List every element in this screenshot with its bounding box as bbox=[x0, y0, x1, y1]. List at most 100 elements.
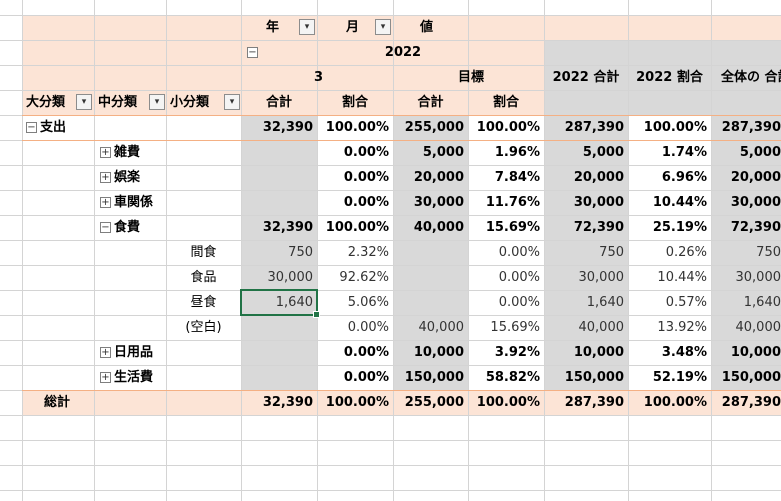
year-filter-button[interactable]: ▾ bbox=[299, 19, 315, 35]
row-label-text: (空白) bbox=[185, 320, 222, 335]
target-ratio-cell: 15.69% bbox=[485, 220, 540, 235]
year-header: 2022 bbox=[384, 45, 422, 60]
major-category-label: 大分類 bbox=[26, 95, 66, 110]
minor-filter-button[interactable]: ▾ bbox=[224, 94, 240, 110]
year-total-cell: 150,000 bbox=[564, 370, 624, 385]
year-ratio-cell: 52.19% bbox=[652, 370, 707, 385]
target-sum-cell: 150,000 bbox=[404, 370, 464, 385]
middle-category-row-label: + 車関係 bbox=[100, 190, 240, 215]
expand-icon[interactable]: + bbox=[100, 147, 111, 158]
year-ratio-cell: 0.26% bbox=[665, 245, 707, 260]
target-header: 目標 bbox=[457, 70, 484, 85]
fill-handle[interactable] bbox=[313, 311, 320, 318]
year-total-cell: 10,000 bbox=[573, 345, 624, 360]
row-label-text: 食品 bbox=[190, 270, 217, 285]
year-ratio-cell: 100.00% bbox=[643, 120, 707, 135]
month-sum-cell bbox=[241, 190, 317, 215]
month-ratio-cell: 5.06% bbox=[347, 295, 389, 310]
grand-total-cell: 150,000 bbox=[721, 370, 781, 385]
month-ratio-header: 割合 bbox=[341, 95, 368, 110]
major-category-row-label: − 支出 bbox=[26, 115, 166, 140]
collapse-icon[interactable]: − bbox=[26, 122, 37, 133]
grand-total-cell: 750 bbox=[756, 245, 781, 260]
collapse-icon[interactable]: − bbox=[247, 47, 258, 58]
month-sum-cell bbox=[241, 165, 317, 190]
year-ratio-cell: 10.44% bbox=[657, 270, 707, 285]
expand-icon[interactable]: + bbox=[100, 172, 111, 183]
grand-total-cell: 30,000 bbox=[735, 270, 781, 285]
target-sum-cell: 30,000 bbox=[413, 195, 464, 210]
chevron-down-icon: ▾ bbox=[229, 97, 235, 107]
minor-category-row-label: 食品 bbox=[166, 265, 241, 290]
target-sum-cell: 40,000 bbox=[413, 220, 464, 235]
cell-selection[interactable] bbox=[240, 289, 318, 316]
filter-dropdown-icon: ▾ bbox=[380, 22, 386, 32]
target-ratio-cell: 0.00% bbox=[498, 245, 540, 260]
year-total-cell: 5,000 bbox=[582, 145, 624, 160]
row-label-text: 昼食 bbox=[190, 295, 217, 310]
grand-total-year-ratio-cell: 100.00% bbox=[643, 395, 707, 410]
row-label-text: 娯楽 bbox=[114, 170, 141, 185]
year-ratio-cell: 25.19% bbox=[652, 220, 707, 235]
target-ratio-cell: 0.00% bbox=[498, 270, 540, 285]
grand-total-month-sum-cell: 32,390 bbox=[262, 395, 313, 410]
year-label: 年 bbox=[266, 20, 280, 35]
month-ratio-cell: 92.62% bbox=[339, 270, 389, 285]
year-ratio-header: 2022 割合 bbox=[636, 70, 703, 85]
row-label-text: 生活費 bbox=[114, 370, 154, 385]
month-filter-button[interactable]: ▾ bbox=[375, 19, 391, 35]
grand-total-cell: 72,390 bbox=[730, 220, 781, 235]
major-filter-button[interactable]: ▾ bbox=[76, 94, 92, 110]
month-sum-cell: 32,390 bbox=[262, 120, 313, 135]
month-ratio-cell: 0.00% bbox=[343, 195, 389, 210]
grand-total-target-sum-cell: 255,000 bbox=[404, 395, 464, 410]
year-ratio-cell: 0.57% bbox=[665, 295, 707, 310]
target-ratio-cell: 11.76% bbox=[485, 195, 540, 210]
year-total-cell: 30,000 bbox=[578, 270, 625, 285]
target-sum-cell: 20,000 bbox=[413, 170, 464, 185]
month-ratio-cell: 0.00% bbox=[343, 370, 389, 385]
grand-total-cell: 5,000 bbox=[739, 145, 781, 160]
grid-hline bbox=[0, 15, 781, 16]
target-sum-cell: 10,000 bbox=[413, 345, 464, 360]
value-label: 値 bbox=[420, 20, 434, 35]
expand-icon[interactable]: + bbox=[100, 372, 111, 383]
month-ratio-cell: 0.00% bbox=[343, 345, 389, 360]
expand-icon[interactable]: + bbox=[100, 347, 111, 358]
month-ratio-cell: 0.00% bbox=[343, 145, 389, 160]
year-total-cell: 20,000 bbox=[573, 170, 624, 185]
target-ratio-cell: 1.96% bbox=[494, 145, 540, 160]
row-label-text: 車関係 bbox=[114, 195, 154, 210]
middle-filter-button[interactable]: ▾ bbox=[149, 94, 165, 110]
middle-category-row-label: + 雑費 bbox=[100, 140, 240, 165]
collapse-icon[interactable]: − bbox=[100, 222, 111, 233]
year-total-cell: 30,000 bbox=[573, 195, 624, 210]
expand-icon[interactable]: + bbox=[100, 197, 111, 208]
grand-total-cell: 20,000 bbox=[730, 170, 781, 185]
grid-hline bbox=[0, 415, 781, 416]
target-ratio-cell: 15.69% bbox=[490, 320, 540, 335]
middle-category-label: 中分類 bbox=[98, 95, 138, 110]
minor-category-row-label: (空白) bbox=[166, 315, 241, 340]
grand-total-cell: 10,000 bbox=[730, 345, 781, 360]
filter-dropdown-icon: ▾ bbox=[304, 22, 310, 32]
month-sum-cell bbox=[241, 140, 317, 165]
grid-hline bbox=[0, 440, 781, 441]
grand-total-cell: 1,640 bbox=[743, 295, 781, 310]
row-label-text: 支出 bbox=[40, 120, 67, 135]
year-total-cell: 1,640 bbox=[586, 295, 624, 310]
grand-total-grand-total-cell: 287,390 bbox=[721, 395, 781, 410]
target-ratio-cell: 58.82% bbox=[485, 370, 540, 385]
minor-category-row-label: 間食 bbox=[166, 240, 241, 265]
row-label-text: 間食 bbox=[190, 245, 217, 260]
middle-category-row-label: − 食費 bbox=[100, 215, 240, 240]
target-sum-cell bbox=[393, 240, 468, 265]
year-total-cell: 40,000 bbox=[578, 320, 625, 335]
year-ratio-cell: 3.48% bbox=[661, 345, 707, 360]
filter-dropdown-icon: ▾ bbox=[81, 97, 87, 107]
grid-hline bbox=[0, 465, 781, 466]
spreadsheet-grid[interactable]: 年 ▾ 月 ▾ 値 − 2022 3 目標 2022 合計 2022 割合 全体… bbox=[0, 0, 781, 501]
middle-category-row-label: + 日用品 bbox=[100, 340, 240, 365]
grand-total-cell: 30,000 bbox=[730, 195, 781, 210]
grid-hline bbox=[0, 490, 781, 491]
